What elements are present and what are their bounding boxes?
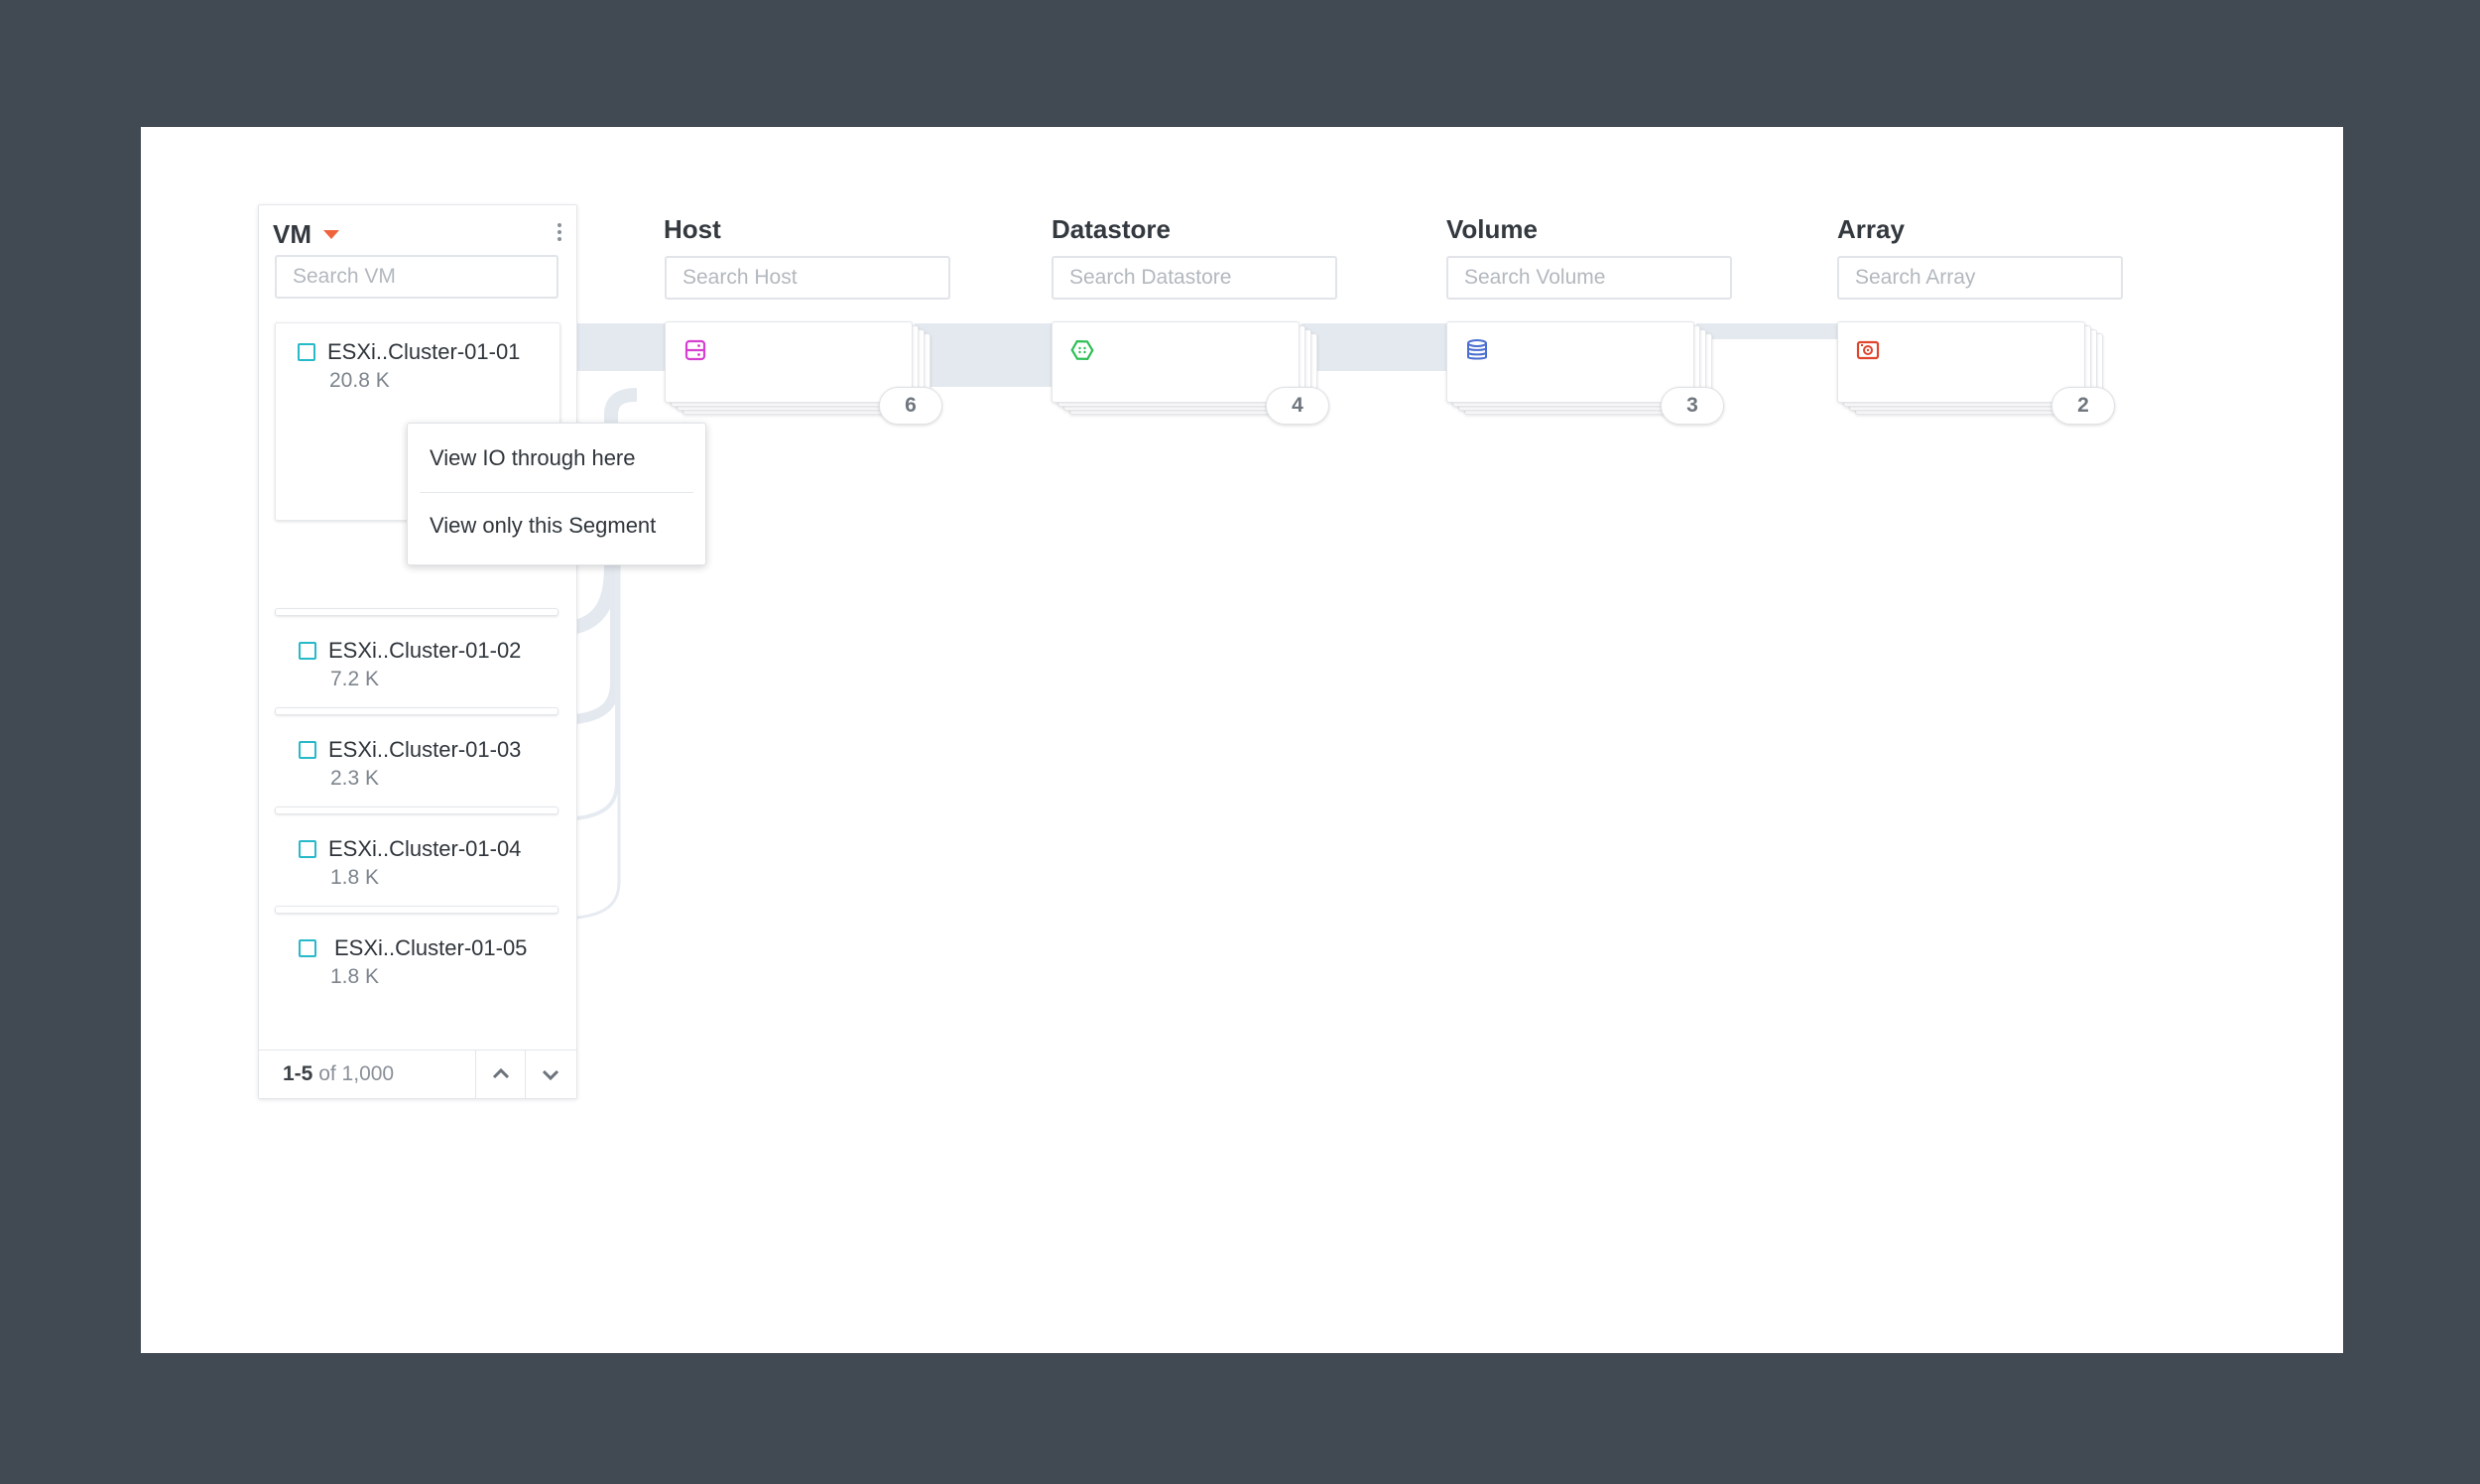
search-vm-input[interactable] <box>275 255 558 299</box>
vm-value: 20.8 K <box>329 369 390 392</box>
vm-column-title-text: VM <box>273 219 311 249</box>
more-options-icon[interactable] <box>557 223 562 245</box>
server-icon <box>684 339 706 361</box>
search-array-input[interactable] <box>1837 256 2123 300</box>
row-divider <box>275 906 558 914</box>
row-divider <box>275 806 558 814</box>
array-card[interactable] <box>1837 321 2085 403</box>
vm-column: VM ESXi..Cluster-01-01 20.8 K ESXi..Clus… <box>258 204 577 1099</box>
vm-value: 1.8 K <box>330 965 380 988</box>
datastore-count-badge[interactable]: 4 <box>1266 387 1329 425</box>
pagination-range: 1-5 of 1,000 <box>283 1062 395 1085</box>
vm-checkbox[interactable] <box>298 343 315 361</box>
datastore-column-title: Datastore <box>1052 214 1171 244</box>
row-divider <box>275 608 558 616</box>
chevron-up-icon <box>492 1067 510 1079</box>
search-host-input[interactable] <box>665 256 950 300</box>
vm-value: 2.3 K <box>330 767 380 790</box>
datastore-card[interactable] <box>1052 321 1300 403</box>
dropdown-caret-icon[interactable] <box>323 229 339 239</box>
vm-name: ESXi..Cluster-01-01 <box>327 339 521 364</box>
vm-column-title[interactable]: VM <box>273 219 339 250</box>
host-card[interactable] <box>665 321 913 403</box>
vm-checkbox[interactable] <box>299 939 316 957</box>
chevron-down-icon <box>542 1069 559 1081</box>
menu-divider <box>420 492 693 493</box>
list-item[interactable]: ESXi..Cluster-01-05 1.8 K <box>277 933 574 993</box>
list-item[interactable]: ESXi..Cluster-01-03 2.3 K <box>277 735 574 795</box>
page-down-button[interactable] <box>525 1051 574 1098</box>
list-item[interactable]: ESXi..Cluster-01-01 20.8 K <box>278 337 575 397</box>
volume-card[interactable] <box>1446 321 1694 403</box>
vm-checkbox[interactable] <box>299 741 316 759</box>
datastore-stack[interactable]: 4 <box>1052 321 1339 431</box>
datastore-hexagon-icon <box>1070 340 1094 360</box>
vm-checkbox[interactable] <box>299 840 316 858</box>
vm-value: 1.8 K <box>330 866 380 889</box>
pagination: 1-5 of 1,000 <box>259 1050 576 1098</box>
host-stack[interactable]: 6 <box>665 321 952 431</box>
array-stack[interactable]: 2 <box>1837 321 2125 431</box>
view-only-this-segment-menu-item[interactable]: View only this Segment <box>430 513 656 539</box>
host-column-title: Host <box>664 214 721 244</box>
volume-stack[interactable]: 3 <box>1446 321 1734 431</box>
volume-column-title: Volume <box>1446 214 1538 244</box>
vm-name: ESXi..Cluster-01-02 <box>328 638 522 663</box>
database-icon <box>1467 339 1487 360</box>
page-up-button[interactable] <box>475 1051 525 1098</box>
array-count-badge[interactable]: 2 <box>2051 387 2115 425</box>
vm-value: 7.2 K <box>330 668 380 690</box>
search-volume-input[interactable] <box>1446 256 1732 300</box>
storage-array-icon <box>1856 340 1880 360</box>
vm-name: ESXi..Cluster-01-05 <box>334 935 528 960</box>
context-menu: View IO through here View only this Segm… <box>407 423 706 565</box>
list-item[interactable]: ESXi..Cluster-01-04 1.8 K <box>277 834 574 894</box>
search-datastore-input[interactable] <box>1052 256 1337 300</box>
view-io-through-here-menu-item[interactable]: View IO through here <box>430 445 636 471</box>
vm-name: ESXi..Cluster-01-04 <box>328 836 522 861</box>
list-item[interactable]: ESXi..Cluster-01-02 7.2 K <box>277 636 574 695</box>
vm-name: ESXi..Cluster-01-03 <box>328 737 522 762</box>
host-count-badge[interactable]: 6 <box>879 387 942 425</box>
row-divider <box>275 707 558 715</box>
volume-count-badge[interactable]: 3 <box>1661 387 1724 425</box>
array-column-title: Array <box>1837 214 1905 244</box>
vm-checkbox[interactable] <box>299 642 316 660</box>
io-path-view: VM ESXi..Cluster-01-01 20.8 K ESXi..Clus… <box>141 127 2343 1353</box>
